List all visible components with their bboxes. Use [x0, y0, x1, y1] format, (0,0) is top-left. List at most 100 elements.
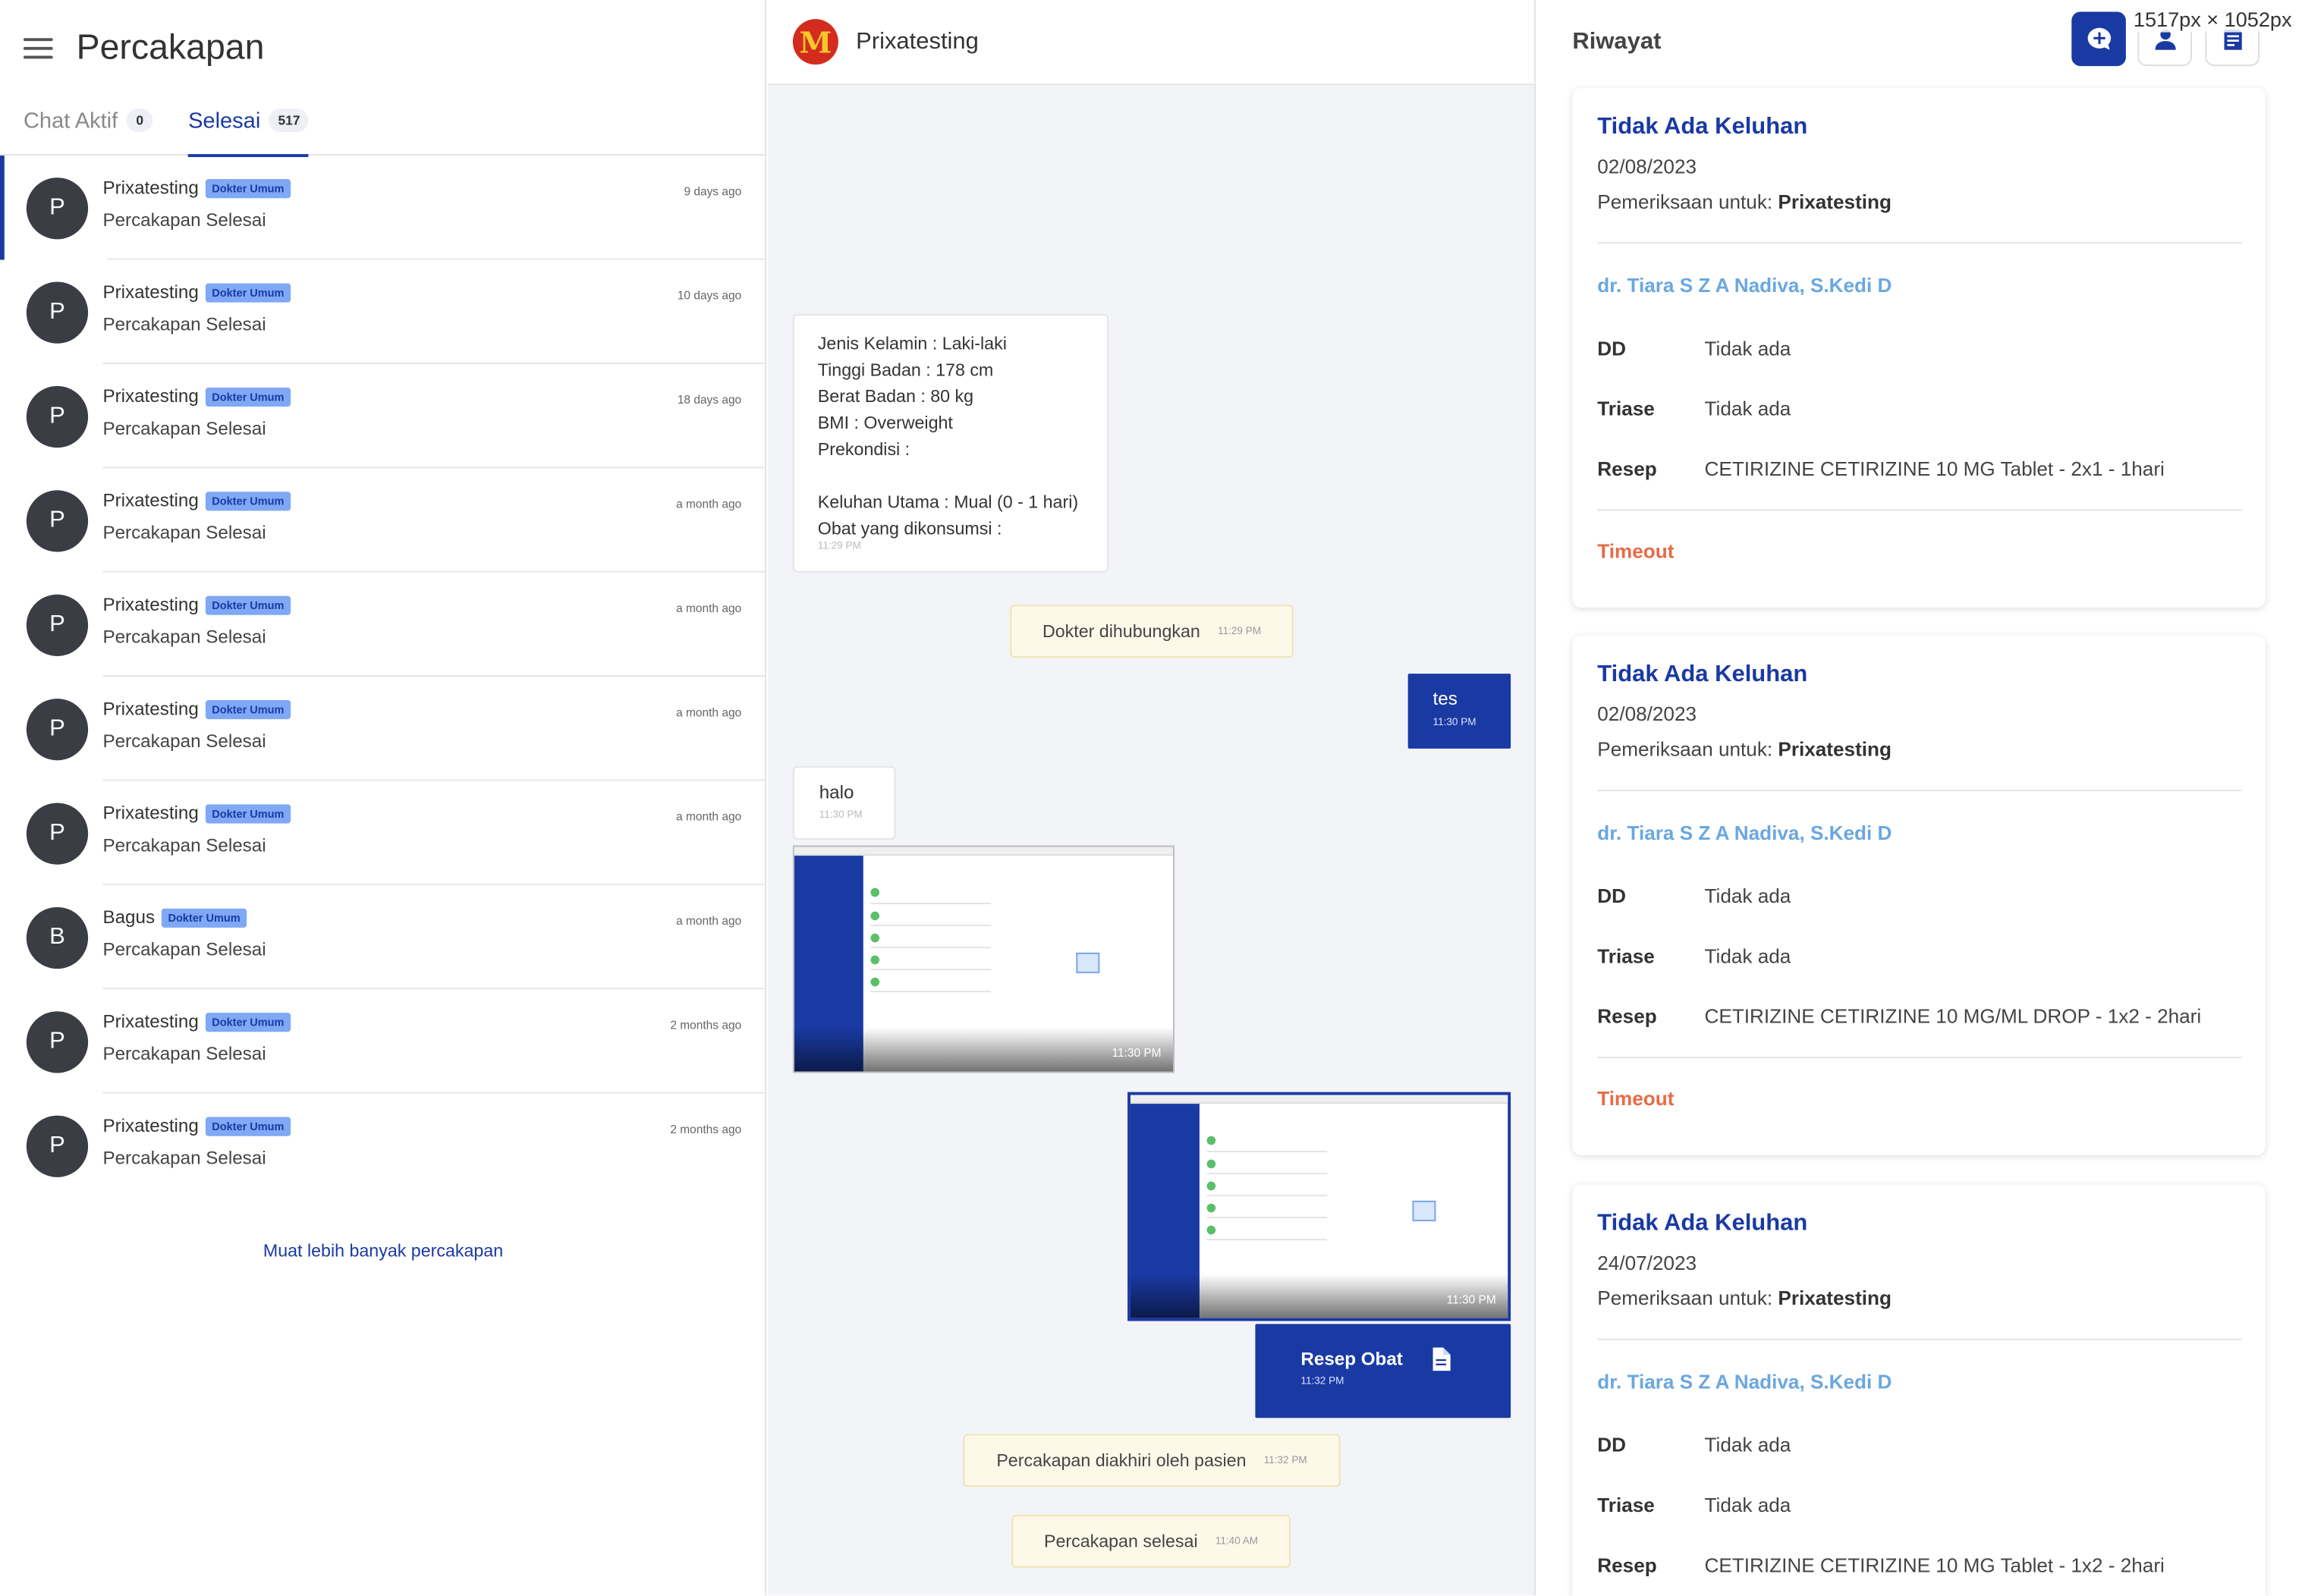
avatar: P	[26, 178, 89, 240]
tab-label: Selesai	[188, 108, 261, 134]
conversation-time: 2 months ago	[670, 1018, 742, 1032]
conversation-time: 2 months ago	[670, 1123, 742, 1136]
list-item[interactable]: P Prixatesting Dokter Umum Percakapan Seles…	[0, 573, 766, 677]
conversation-status: Percakapan Selesai	[102, 939, 266, 960]
system-message: Dokter dihubungkan 11:29 PM	[1010, 605, 1294, 658]
avatar: B	[26, 906, 89, 969]
conversation-status: Percakapan Selesai	[102, 730, 266, 752]
field-value: Tidak ada	[1704, 1434, 1791, 1456]
conversation-list: P Prixatesting Dokter Umum Percakapan Seles…	[0, 156, 766, 1198]
card-patient: Pemeriksaan untuk: Prixatesting	[1597, 190, 1892, 213]
message-time: 11:32 PM	[1263, 1455, 1307, 1466]
card-date: 02/08/2023	[1597, 702, 1697, 725]
avatar: P	[26, 699, 89, 761]
doctor-type-badge: Dokter Umum	[206, 803, 291, 823]
conversation-status: Percakapan Selesai	[102, 209, 266, 231]
status-label: Timeout	[1597, 1087, 1675, 1110]
patient-name: Prixatesting	[1778, 190, 1892, 213]
field-value: CETIRIZINE CETIRIZINE 10 MG Tablet - 2x1…	[1704, 457, 2165, 480]
list-item[interactable]: P Prixatesting Dokter Umum Percakapan Seles…	[0, 468, 766, 573]
doctor-type-badge: Dokter Umum	[206, 699, 291, 719]
doctor-name: dr. Tiara S Z A Nadiva, S.Kedi D	[1597, 274, 1892, 297]
menu-icon[interactable]	[23, 38, 53, 59]
tab-label: Chat Aktif	[23, 108, 118, 134]
field-value: Tidak ada	[1704, 945, 1791, 968]
contact-name: Prixatesting	[102, 385, 199, 407]
conversation-status: Percakapan Selesai	[102, 314, 266, 335]
system-message: Percakapan selesai 11:40 AM	[1011, 1514, 1291, 1568]
conversation-panel: Percakapan Chat Aktif 0 Selesai 517 P Pri…	[0, 0, 767, 1596]
image-attachment[interactable]: 11:30 PM	[1127, 1092, 1511, 1321]
screen-size-label: 1517px × 1052px	[2129, 5, 2297, 33]
tab-selesai[interactable]: Selesai 517	[188, 97, 310, 158]
intro-line: Berat Badan : 80 kg	[817, 385, 974, 407]
chat-title: Prixatesting	[856, 28, 979, 54]
list-item[interactable]: P Prixatesting Dokter Umum Percakapan Seles…	[0, 781, 766, 885]
doctor-name: dr. Tiara S Z A Nadiva, S.Kedi D	[1597, 822, 1892, 844]
history-card[interactable]: Tidak Ada Keluhan 24/07/2023 Pemeriksaan…	[1572, 1184, 2266, 1596]
patient-intro-bubble: Jenis Kelamin : Laki-laki Tinggi Badan :…	[792, 314, 1109, 573]
doctor-type-badge: Dokter Umum	[206, 1116, 291, 1136]
list-item[interactable]: P Prixatesting Dokter Umum Percakapan Seles…	[0, 364, 766, 469]
message-time: 11:30 PM	[819, 810, 863, 821]
conversation-status: Percakapan Selesai	[102, 1043, 266, 1064]
avatar: P	[26, 1011, 89, 1073]
conversation-status: Percakapan Selesai	[102, 418, 266, 439]
prescription-message[interactable]: Resep Obat 11:32 PM	[1255, 1324, 1511, 1418]
contact-name: Prixatesting	[102, 281, 199, 303]
list-item[interactable]: B Bagus Dokter Umum Percakapan Selesai a mon…	[0, 885, 766, 990]
list-item[interactable]: P Prixatesting Dokter Umum Percakapan Seles…	[0, 677, 766, 781]
field-label: Resep	[1597, 1554, 1657, 1577]
incoming-message: halo 11:30 PM	[792, 766, 896, 840]
conversation-status: Percakapan Selesai	[102, 627, 266, 648]
card-title: Tidak Ada Keluhan	[1597, 114, 1808, 140]
conversation-time: a month ago	[676, 914, 742, 928]
image-attachment[interactable]: 11:30 PM	[792, 845, 1175, 1073]
contact-name: Bagus	[102, 906, 156, 928]
card-date: 24/07/2023	[1597, 1252, 1697, 1274]
image-time: 11:30 PM	[1446, 1293, 1496, 1307]
contact-name: Prixatesting	[102, 699, 199, 720]
tab-chat-aktif[interactable]: Chat Aktif 0	[24, 97, 153, 156]
new-chat-button[interactable]	[2071, 11, 2126, 67]
patient-name: Prixatesting	[1778, 1287, 1892, 1310]
load-more-link[interactable]: Muat lebih banyak percakapan	[0, 1240, 766, 1261]
system-text: Percakapan selesai	[1043, 1531, 1198, 1552]
avatar: P	[26, 803, 89, 865]
contact-name: Prixatesting	[102, 1115, 199, 1136]
card-date: 02/08/2023	[1597, 156, 1697, 178]
message-time: 11:29 PM	[817, 542, 861, 552]
conversation-status: Percakapan Selesai	[102, 1148, 266, 1169]
message-text: tes	[1432, 688, 1458, 709]
avatar: P	[26, 490, 89, 552]
field-value: Tidak ada	[1704, 397, 1791, 420]
history-card[interactable]: Tidak Ada Keluhan 02/08/2023 Pemeriksaan…	[1572, 635, 2266, 1155]
list-item[interactable]: P Prixatesting Dokter Umum Percakapan Seles…	[0, 156, 766, 260]
status-label: Timeout	[1597, 540, 1675, 563]
list-item[interactable]: P Prixatesting Dokter Umum Percakapan Seles…	[0, 989, 766, 1094]
mcdonalds-logo-icon: M	[792, 19, 838, 65]
message-text: halo	[819, 782, 854, 803]
field-value: CETIRIZINE CETIRIZINE 10 MG/ML DROP - 1x…	[1704, 1005, 2202, 1028]
intro-line: Keluhan Utama : Mual (0 - 1 hari)	[817, 492, 1079, 513]
contact-name: Prixatesting	[102, 594, 199, 615]
chat-header: M Prixatesting	[768, 0, 1535, 86]
conversation-time: a month ago	[676, 810, 742, 824]
system-text: Dokter dihubungkan	[1042, 620, 1200, 642]
list-item[interactable]: P Prixatesting Dokter Umum Percakapan Seles…	[0, 1094, 765, 1198]
field-value: Tidak ada	[1704, 1494, 1791, 1516]
doctor-type-badge: Dokter Umum	[206, 595, 291, 614]
doctor-type-badge: Dokter Umum	[206, 282, 291, 302]
intro-line: Jenis Kelamin : Laki-laki	[817, 333, 1007, 354]
field-label: DD	[1597, 884, 1627, 907]
history-card[interactable]: Tidak Ada Keluhan 02/08/2023 Pemeriksaan…	[1572, 88, 2266, 608]
conversation-time: 9 days ago	[684, 184, 742, 199]
intro-blank-line	[818, 463, 1083, 489]
list-item[interactable]: P Prixatesting Dokter Umum Percakapan Seles…	[0, 259, 766, 364]
doctor-type-badge: Dokter Umum	[206, 491, 291, 511]
tab-count-badge: 0	[126, 108, 153, 133]
contact-name: Prixatesting	[102, 178, 199, 199]
conversation-time: 10 days ago	[677, 289, 742, 303]
chat-panel: M Prixatesting Jenis Kelamin : Laki-laki…	[768, 0, 1536, 1596]
conversation-status: Percakapan Selesai	[102, 835, 266, 856]
